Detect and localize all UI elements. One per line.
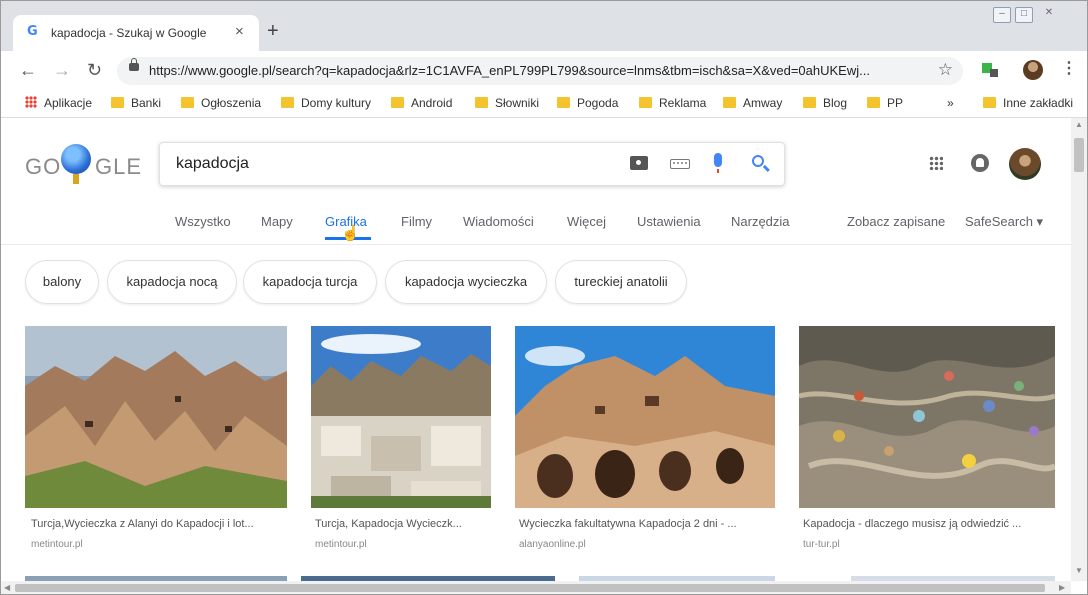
logo-text-right: GLE (95, 154, 143, 179)
bookmark-apps[interactable]: Aplikacje (25, 96, 92, 110)
search-icon[interactable] (752, 155, 764, 167)
notifications-icon[interactable] (971, 154, 989, 172)
bookmarks-overflow-button[interactable]: » (947, 96, 954, 110)
folder-icon (557, 97, 570, 108)
bookmark-star-icon[interactable]: ☆ (938, 60, 953, 80)
chip-kapadocja-turcja[interactable]: kapadocja turcja (243, 260, 377, 304)
scroll-right-icon[interactable]: ▶ (1059, 583, 1065, 592)
vertical-scroll-thumb[interactable] (1074, 138, 1084, 172)
logo-text-left: GO (25, 154, 62, 179)
bookmark-item[interactable]: Blog (803, 96, 847, 110)
result-source-2: metintour.pl (315, 539, 367, 550)
folder-icon (281, 97, 294, 108)
folder-icon (867, 97, 880, 108)
chip-balony[interactable]: balony (25, 260, 99, 304)
lock-icon (129, 58, 139, 71)
saved-link[interactable]: Zobacz zapisane (847, 214, 945, 229)
result-caption-3[interactable]: Wycieczka fakultatywna Kapadocja 2 dni -… (519, 518, 769, 530)
scroll-left-icon[interactable]: ◀ (4, 583, 10, 592)
tab-strip: G kapadocja - Szukaj w Google × + – □ ✕ (1, 1, 1087, 51)
horizontal-scrollbar[interactable]: ◀ ▶ (1, 581, 1071, 594)
bookmark-item[interactable]: Amway (723, 96, 782, 110)
vertical-scrollbar[interactable]: ▲ ▼ (1071, 118, 1087, 581)
result-caption-1[interactable]: Turcja,Wycieczka z Alanyi do Kapadocji i… (31, 518, 281, 530)
bookmarks-bar: Aplikacje Banki Ogłoszenia Domy kultury … (1, 91, 1087, 118)
folder-icon (391, 97, 404, 108)
scroll-up-icon[interactable]: ▲ (1075, 120, 1083, 129)
result-source-4: tur-tur.pl (803, 539, 840, 550)
bookmark-item[interactable]: PP (867, 96, 903, 110)
google-apps-icon[interactable] (929, 156, 943, 170)
result-image-3[interactable] (515, 326, 775, 508)
globe-stand-icon (73, 174, 79, 184)
back-arrow-icon[interactable]: ← (19, 60, 37, 80)
folder-icon (181, 97, 194, 108)
result-caption-4[interactable]: Kapadocja - dlaczego musisz ją odwiedzić… (803, 518, 1053, 530)
folder-icon (111, 97, 124, 108)
chip-tureckiej-anatolii[interactable]: tureckiej anatolii (555, 260, 687, 304)
page-content: GO GLE kapadocja Wszystko Mapy Grafika F… (1, 118, 1071, 581)
bookmark-item[interactable]: Banki (111, 96, 161, 110)
tab-mapy[interactable]: Mapy (261, 214, 293, 229)
folder-icon (639, 97, 652, 108)
account-avatar[interactable] (1009, 148, 1041, 180)
result-source-3: alanyaonline.pl (519, 539, 586, 550)
bookmark-item[interactable]: Android (391, 96, 452, 110)
tab-ustawienia[interactable]: Ustawienia (637, 214, 701, 229)
bookmark-item[interactable]: Pogoda (557, 96, 618, 110)
scroll-down-icon[interactable]: ▼ (1075, 566, 1083, 575)
folder-icon (983, 97, 996, 108)
bookmark-item[interactable]: Reklama (639, 96, 706, 110)
chip-kapadocja-wycieczka[interactable]: kapadocja wycieczka (385, 260, 547, 304)
tab-wiadomosci[interactable]: Wiadomości (463, 214, 534, 229)
hand-cursor-icon: ☝ (341, 225, 360, 242)
microphone-icon[interactable] (714, 153, 722, 173)
bookmark-other[interactable]: Inne zakładki (983, 96, 1073, 110)
maximize-icon[interactable]: □ (1015, 7, 1033, 23)
bookmark-item[interactable]: Słowniki (475, 96, 539, 110)
minimize-icon[interactable]: – (993, 7, 1011, 23)
folder-icon (723, 97, 736, 108)
tab-filmy[interactable]: Filmy (401, 214, 432, 229)
search-box[interactable]: kapadocja (159, 142, 785, 186)
tab-wiecej[interactable]: Więcej (567, 214, 606, 229)
result-image-2[interactable] (311, 326, 491, 508)
toolbar: ← → ↻ https://www.google.pl/search?q=kap… (1, 51, 1087, 91)
tab-wszystko[interactable]: Wszystko (175, 214, 231, 229)
tab-narzedzia[interactable]: Narzędzia (731, 214, 790, 229)
extension-icon[interactable] (981, 60, 999, 78)
camera-icon[interactable] (630, 156, 648, 170)
tab-close-icon[interactable]: × (235, 23, 244, 40)
browser-menu-icon[interactable]: ⋮ (1061, 59, 1077, 79)
reload-icon[interactable]: ↻ (87, 60, 102, 80)
new-tab-button[interactable]: + (267, 21, 279, 41)
close-window-icon[interactable]: ✕ (1041, 7, 1057, 21)
result-source-1: metintour.pl (31, 539, 83, 550)
tab-title: kapadocja - Szukaj w Google (51, 26, 207, 40)
result-caption-2[interactable]: Turcja, Kapadocja Wycieczk... (315, 518, 487, 530)
globe-doodle-icon (61, 144, 91, 174)
extension-avatar-icon[interactable] (1023, 60, 1043, 80)
horizontal-scroll-thumb[interactable] (15, 584, 1045, 592)
search-query[interactable]: kapadocja (176, 155, 249, 173)
bookmark-item[interactable]: Domy kultury (281, 96, 371, 110)
google-favicon-icon: G (27, 24, 38, 39)
bookmark-item[interactable]: Ogłoszenia (181, 96, 261, 110)
header-divider (1, 244, 1071, 245)
url-text: https://www.google.pl/search?q=kapadocja… (149, 63, 870, 78)
browser-window: G kapadocja - Szukaj w Google × + – □ ✕ … (0, 0, 1088, 595)
forward-arrow-icon[interactable]: → (53, 60, 71, 80)
chip-kapadocja-noca[interactable]: kapadocja nocą (107, 260, 237, 304)
keyboard-icon[interactable] (670, 159, 690, 169)
result-image-4[interactable] (799, 326, 1055, 508)
result-image-1[interactable] (25, 326, 287, 508)
folder-icon (803, 97, 816, 108)
address-bar[interactable]: https://www.google.pl/search?q=kapadocja… (117, 57, 963, 85)
browser-tab[interactable]: G kapadocja - Szukaj w Google × (13, 15, 259, 51)
folder-icon (475, 97, 488, 108)
apps-grid-icon (25, 96, 37, 108)
safesearch-toggle[interactable]: SafeSearch ▾ (965, 214, 1043, 230)
